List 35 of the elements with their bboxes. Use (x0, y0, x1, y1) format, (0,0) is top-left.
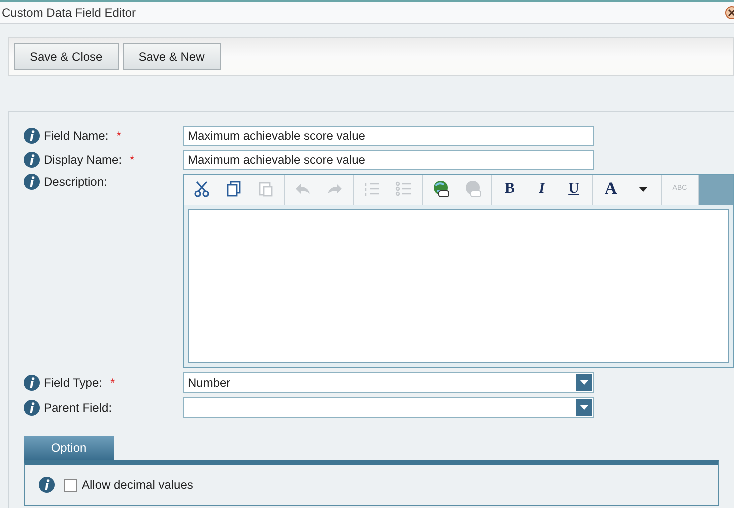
cut-icon (193, 180, 211, 198)
info-icon (24, 128, 40, 144)
info-icon (24, 174, 40, 190)
dropdown-field[interactable]: Number (183, 372, 594, 393)
window-title: Custom Data Field Editor (2, 4, 136, 22)
info-icon (24, 400, 40, 416)
checkbox[interactable] (64, 478, 77, 492)
italic-button[interactable]: I (526, 175, 558, 203)
toolbar-button[interactable]: Save & New (122, 43, 221, 70)
info-icon (39, 477, 55, 493)
field-label: Field Name: (44, 128, 109, 144)
paste-icon (257, 180, 275, 198)
copy-icon (225, 180, 243, 198)
ordered-list-icon (363, 180, 381, 198)
bullet-list-icon (395, 180, 413, 198)
required-mark: * (116, 128, 122, 144)
text-field[interactable]: Maximum achievable score value (183, 150, 594, 170)
text-field[interactable]: Maximum achievable score value (183, 126, 594, 146)
field-label: Parent Field: (44, 400, 112, 416)
info-icon (24, 374, 40, 390)
checkbox-label: Allow decimal values (82, 477, 194, 494)
link-icon (432, 180, 450, 198)
field-label: Field Type: (44, 374, 102, 390)
underline-button[interactable]: U (558, 175, 590, 203)
unlink-icon (464, 180, 482, 198)
field-label: Description: (44, 174, 108, 190)
option-tab[interactable]: Option (24, 436, 114, 460)
field-label: Display Name: (44, 152, 122, 168)
toolbar-button[interactable]: Save & Close (14, 43, 119, 70)
required-mark: * (130, 152, 135, 168)
info-icon (24, 152, 40, 168)
required-mark: * (110, 374, 116, 390)
dropdown-field[interactable] (183, 397, 594, 418)
caret-icon (638, 186, 648, 192)
bold-button[interactable]: B (494, 175, 526, 203)
